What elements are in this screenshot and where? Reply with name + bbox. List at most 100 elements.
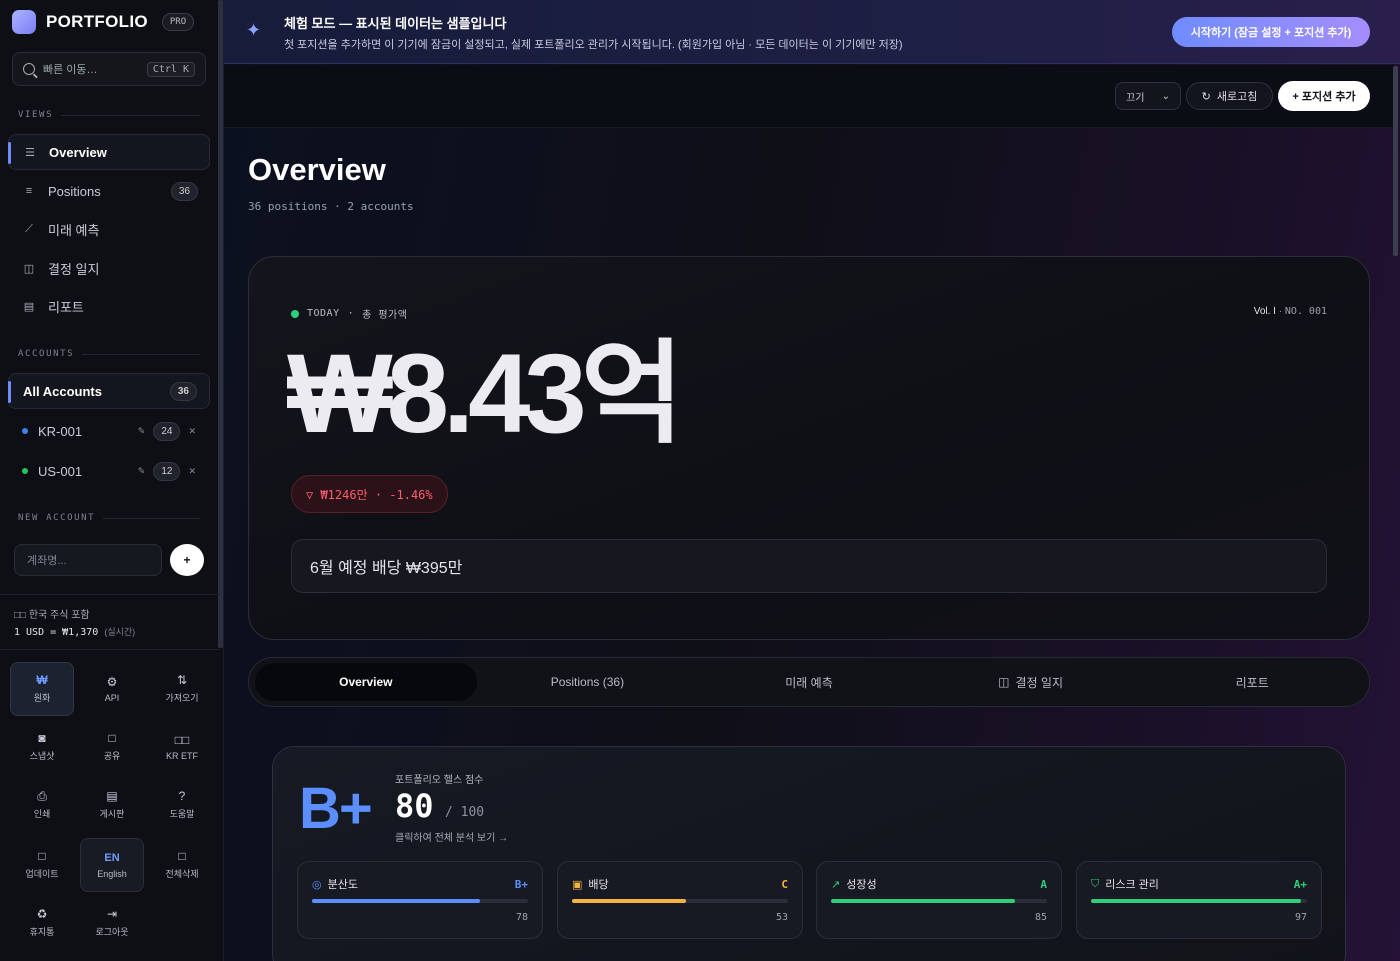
metric-risk-management[interactable]: ⛉ 리스크 관리 A+ 97 xyxy=(1076,861,1322,939)
all-accounts-label: All Accounts xyxy=(23,383,102,399)
tool-label: 공유 xyxy=(103,751,121,761)
cash-icon: ▣ xyxy=(572,878,583,891)
separator: · xyxy=(347,308,355,319)
share-icon: □ xyxy=(108,731,116,745)
total-value-label: 총 평가액 xyxy=(362,310,408,321)
kr-etf-button[interactable]: □□ KR ETF xyxy=(150,720,214,774)
edit-icon[interactable]: ✎ xyxy=(138,426,146,437)
nav-decision-journal[interactable]: ◫ 결정 일지 xyxy=(8,250,210,286)
import-icon: ⇅ xyxy=(176,673,188,687)
tab-label: 미래 예측 xyxy=(785,675,833,690)
sidebar-scrollbar[interactable] xyxy=(218,0,223,648)
metric-grade: A+ xyxy=(1293,877,1307,891)
recycle-icon: ♻ xyxy=(36,907,48,921)
full-analysis-link[interactable]: 클릭하여 전체 분석 보기 → xyxy=(395,829,508,844)
select-value: 끄기 xyxy=(1126,92,1145,104)
print-button[interactable]: ⎙ 인쇄 xyxy=(10,778,74,832)
new-account-input[interactable]: 계좌명... xyxy=(14,544,162,576)
trend-icon: ⟋ xyxy=(25,222,33,235)
metric-growth[interactable]: ↗ 성장성 A 85 xyxy=(816,861,1062,939)
account-name: KR-001 xyxy=(38,423,83,439)
total-value: ₩8.43억 xyxy=(287,331,684,456)
help-button[interactable]: ? 도움말 xyxy=(150,778,214,832)
account-kr-001[interactable]: KR-001 ✎ 24 ✕ xyxy=(8,413,210,449)
share-button[interactable]: □ 공유 xyxy=(80,720,144,774)
api-button[interactable]: ⚙ API xyxy=(80,662,144,716)
main-scrollbar[interactable] xyxy=(1393,66,1398,256)
positions-count-badge: 36 xyxy=(170,181,198,201)
health-score: 80 xyxy=(395,787,434,825)
doc-icon: ▤ xyxy=(23,300,35,313)
account-count: 12 xyxy=(153,461,181,481)
dividend-forecast[interactable]: 6월 예정 배당 ₩395만 xyxy=(291,539,1327,593)
metric-bar xyxy=(572,899,788,903)
tool-label: 도움말 xyxy=(169,809,195,819)
tab-forecast[interactable]: 미래 예측 xyxy=(698,663,920,701)
import-button[interactable]: ⇅ 가져오기 xyxy=(150,662,214,716)
nav-overview[interactable]: ☰ Overview xyxy=(8,134,210,170)
delete-icon[interactable]: ✕ xyxy=(188,466,196,477)
refresh-button[interactable]: ↻ 새로고침 xyxy=(1186,82,1273,110)
health-score-card[interactable]: B+ 포트폴리오 헬스 점수 80 / 100 클릭하여 전체 분석 보기 → … xyxy=(272,746,1346,961)
trend-up-icon: ↗ xyxy=(831,878,841,891)
all-accounts[interactable]: All Accounts 36 xyxy=(8,373,210,409)
list-icon: ☰ xyxy=(25,146,35,159)
chevron-down-icon: ⌄ xyxy=(1161,90,1170,102)
language-toggle-button[interactable]: EN English xyxy=(80,838,144,892)
board-button[interactable]: ▤ 게시판 xyxy=(80,778,144,832)
start-button[interactable]: 시작하기 (잠금 설정 + 포지션 추가) xyxy=(1172,17,1370,47)
daily-change-badge: ▽ ₩1246만 · -1.46% xyxy=(291,475,448,513)
currency-krw-button[interactable]: ₩ 원화 xyxy=(10,662,74,716)
nav-label: Overview xyxy=(49,144,107,160)
tab-report[interactable]: 리포트 xyxy=(1141,663,1363,701)
flag-icon: □□ xyxy=(174,732,190,747)
tab-label: Overview xyxy=(339,675,393,689)
brand[interactable]: PORTFOLIO PRO xyxy=(12,10,195,34)
metric-dividend[interactable]: ▣ 배당 C 53 xyxy=(557,861,803,939)
main-area: ✦ 체험 모드 — 표시된 데이터는 샘플입니다 첫 포지션을 추가하면 이 기… xyxy=(224,0,1400,961)
delete-all-button[interactable]: □ 전체삭제 xyxy=(150,838,214,892)
delete-icon[interactable]: ✕ xyxy=(188,426,196,437)
divider xyxy=(0,649,220,650)
add-account-button[interactable]: + xyxy=(170,544,204,576)
metric-label: 분산도 xyxy=(327,879,358,891)
account-us-001[interactable]: US-001 ✎ 12 ✕ xyxy=(8,453,210,489)
all-accounts-count: 36 xyxy=(169,381,197,401)
add-position-button[interactable]: + 포지션 추가 xyxy=(1278,81,1370,111)
tab-decision-journal[interactable]: ◫ 결정 일지 xyxy=(920,663,1142,701)
views-section-label: VIEWS xyxy=(18,110,200,120)
metric-bar-fill xyxy=(1091,899,1301,903)
mode-select[interactable]: 끄기 ⌄ xyxy=(1115,82,1181,110)
tab-label: Positions (36) xyxy=(550,675,625,689)
tab-positions[interactable]: Positions (36) xyxy=(477,663,699,701)
nav-label: 리포트 xyxy=(48,299,84,315)
tool-label: 휴지통 xyxy=(29,927,55,937)
tab-label: 결정 일지 xyxy=(1015,675,1064,690)
nav-forecast[interactable]: ⟋ 미래 예측 xyxy=(8,211,210,247)
snapshot-button[interactable]: ◙ 스냅샷 xyxy=(10,720,74,774)
tab-overview[interactable]: Overview xyxy=(255,663,477,701)
metric-diversification[interactable]: ◎ 분산도 B+ 78 xyxy=(297,861,543,939)
tool-label: API xyxy=(104,692,120,703)
today-text: TODAY xyxy=(307,308,340,319)
metric-grade: B+ xyxy=(514,877,528,891)
new-account-section-label: NEW ACCOUNT xyxy=(18,513,200,523)
metric-grade: A xyxy=(1040,877,1047,891)
logout-button[interactable]: ⇥ 로그아웃 xyxy=(80,896,144,950)
edit-icon[interactable]: ✎ xyxy=(138,466,146,477)
recycle-bin-button[interactable]: ♻ 휴지통 xyxy=(10,896,74,950)
health-score-max: / 100 xyxy=(445,805,485,820)
nav-positions[interactable]: ≡ Positions 36 xyxy=(8,173,210,209)
account-color-dot xyxy=(22,428,28,434)
account-color-dot xyxy=(22,468,28,474)
trial-banner: ✦ 체험 모드 — 표시된 데이터는 샘플입니다 첫 포지션을 추가하면 이 기… xyxy=(224,0,1400,64)
health-label: 포트폴리오 헬스 점수 xyxy=(395,775,484,786)
quick-search[interactable]: 빠른 이동… Ctrl K xyxy=(12,52,206,86)
tool-label: 전체삭제 xyxy=(165,869,199,879)
nav-report[interactable]: ▤ 리포트 xyxy=(8,288,210,324)
search-placeholder: 빠른 이동… xyxy=(43,64,98,76)
nav-label: 미래 예측 xyxy=(48,222,100,238)
gear-icon: ⚙ xyxy=(106,674,118,689)
update-button[interactable]: □ 업데이트 xyxy=(10,838,74,892)
metric-value: 53 xyxy=(775,912,788,923)
